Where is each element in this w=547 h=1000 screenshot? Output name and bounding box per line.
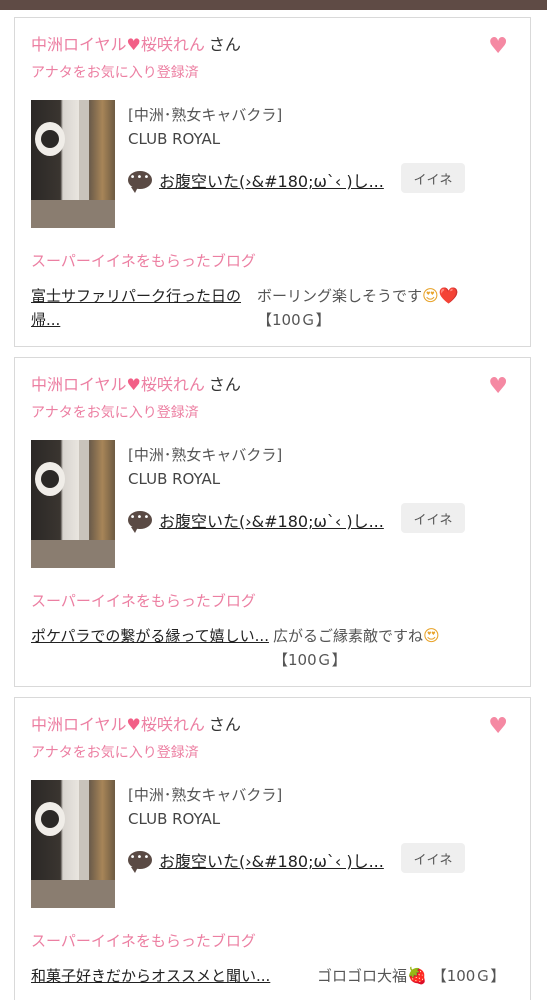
cast-name-row[interactable]: 中洲ロイヤル♥桜咲れん さん [31,34,241,56]
latest-blog-link[interactable]: お腹空いた(›&#180;ω`‹ )し... [159,508,384,532]
cast-name-row[interactable]: 中洲ロイヤル♥桜咲れん さん [31,714,241,736]
iine-button[interactable]: イイネ [401,163,465,193]
honorific: さん [208,35,241,54]
shop-category: [中洲･熟女キャバクラ] [128,446,283,464]
favorite-status: アナタをお気に入り登録済 [31,405,199,421]
shop-category: [中洲･熟女キャバクラ] [128,106,283,124]
latest-blog-row[interactable]: ••• お腹空いた(›&#180;ω`‹ )し... [128,168,384,193]
photo-detail [31,540,115,568]
favorite-heart-icon[interactable]: ♥ [488,376,508,398]
comment-text: 広がるご縁素敵ですね [273,627,424,645]
cast-name-link[interactable]: 桜咲れん [141,715,205,734]
latest-blog-row[interactable]: ••• お腹空いた(›&#180;ω`‹ )し... [128,848,384,873]
heart-icon: ♥ [126,35,141,54]
fan-card: 中洲ロイヤル♥桜咲れん さん アナタをお気に入り登録済 ♥ [中洲･熟女キャバクラ… [14,697,531,1000]
shop-name-link[interactable]: 中洲ロイヤル [31,35,127,54]
club-name: CLUB ROYAL [128,470,221,488]
photo-detail [31,880,115,908]
super-iine-label: スーパーイイネをもらったブログ [31,252,256,270]
photo-detail [41,470,59,488]
fan-card: 中洲ロイヤル♥桜咲れん さん アナタをお気に入り登録済 ♥ [中洲･熟女キャバクラ… [14,357,531,687]
photo-detail [31,200,115,228]
points: 【100Ｇ】 [273,651,347,669]
super-iine-label: スーパーイイネをもらったブログ [31,932,256,950]
favorite-status: アナタをお気に入り登録済 [31,65,199,81]
heart-icon: ♥ [126,715,141,734]
favorite-status: アナタをお気に入り登録済 [31,745,199,761]
photo-detail [41,810,59,828]
cast-photo[interactable] [31,440,115,568]
praised-blog-link[interactable]: 富士サファリパーク行った日の帰... [31,284,251,332]
iine-button[interactable]: イイネ [401,503,465,533]
shop-name-link[interactable]: 中洲ロイヤル [31,715,127,734]
praised-blog-link[interactable]: ポケパラでの繋がる縁って嬉しい... [31,624,271,648]
heart-eyes-emoji-icon: 😍 [422,286,439,305]
latest-blog-row[interactable]: ••• お腹空いた(›&#180;ω`‹ )し... [128,508,384,533]
honorific: さん [208,375,241,394]
photo-detail [41,130,59,148]
comment-text: ボーリング楽しそうです [257,287,423,305]
red-heart-emoji-icon: ❤️ [438,286,459,305]
speech-bubble-icon: ••• [128,171,152,193]
favorite-heart-icon[interactable]: ♥ [488,716,508,738]
latest-blog-link[interactable]: お腹空いた(›&#180;ω`‹ )し... [159,848,384,872]
cast-name-link[interactable]: 桜咲れん [141,375,205,394]
top-bar [0,0,547,10]
shop-name-link[interactable]: 中洲ロイヤル [31,375,127,394]
heart-icon: ♥ [126,375,141,394]
super-iine-label: スーパーイイネをもらったブログ [31,592,256,610]
iine-button[interactable]: イイネ [401,843,465,873]
cast-name-row[interactable]: 中洲ロイヤル♥桜咲れん さん [31,374,241,396]
honorific: さん [208,715,241,734]
latest-blog-link[interactable]: お腹空いた(›&#180;ω`‹ )し... [159,168,384,192]
cast-photo[interactable] [31,780,115,908]
strawberry-emoji-icon: 🍓 [407,966,427,985]
shop-category: [中洲･熟女キャバクラ] [128,786,283,804]
cast-photo[interactable] [31,100,115,228]
comment: ゴロゴロ大福🍓 【100Ｇ】 [317,964,527,988]
fan-card: 中洲ロイヤル♥桜咲れん さん アナタをお気に入り登録済 ♥ [中洲･熟女キャバクラ… [14,17,531,347]
points: 【100Ｇ】 [431,967,506,985]
heart-eyes-emoji-icon: 😍 [423,626,440,645]
favorite-heart-icon[interactable]: ♥ [488,36,508,58]
comment-text: ゴロゴロ大福 [317,967,408,985]
speech-bubble-icon: ••• [128,511,152,533]
comment: ボーリング楽しそうです😍❤️ 【100Ｇ】 [257,284,507,332]
speech-bubble-icon: ••• [128,851,152,873]
club-name: CLUB ROYAL [128,810,221,828]
praised-blog-link[interactable]: 和菓子好きだからオススメと聞い... [31,964,311,988]
points: 【100Ｇ】 [257,311,331,329]
cast-name-link[interactable]: 桜咲れん [141,35,205,54]
comment: 広がるご縁素敵ですね😍 【100Ｇ】 [273,624,513,672]
club-name: CLUB ROYAL [128,130,221,148]
